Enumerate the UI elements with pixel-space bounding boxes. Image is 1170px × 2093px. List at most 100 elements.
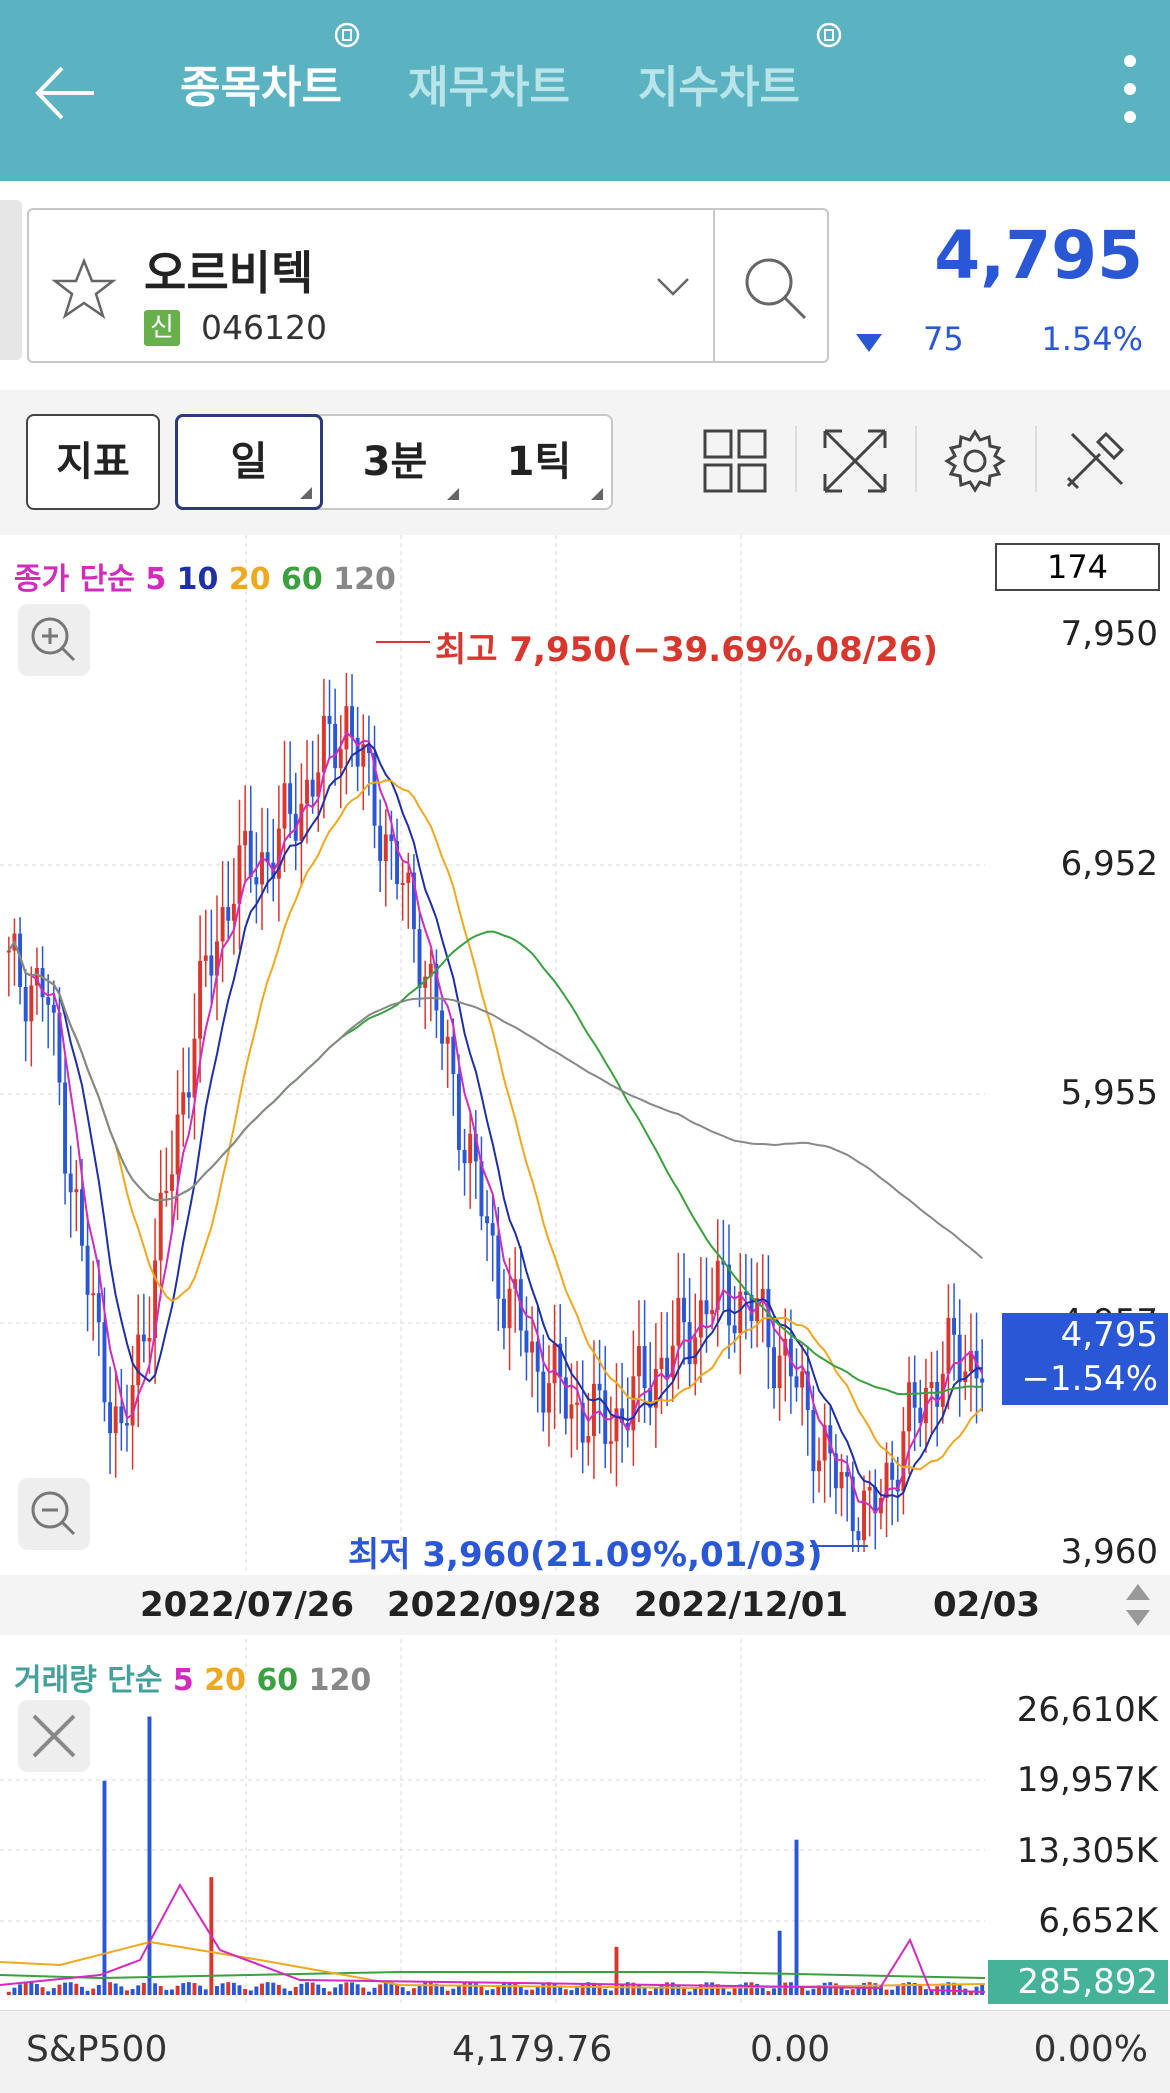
zoom-in-icon[interactable] <box>18 604 90 676</box>
close-icon[interactable] <box>18 1700 90 1772</box>
candle-body <box>772 1347 776 1389</box>
volume-bar <box>170 1989 174 1995</box>
tab-stock-chart[interactable]: 종목차트 <box>180 58 342 118</box>
candle-body <box>856 1531 861 1541</box>
volume-bar <box>406 1991 411 1995</box>
tab-financial-chart[interactable]: 재무차트 <box>408 58 570 118</box>
candle-body <box>400 882 405 885</box>
volume-bar <box>63 1982 68 1995</box>
volume-bar <box>783 1982 788 1995</box>
chevron-down-icon[interactable] <box>655 276 691 298</box>
candle-body <box>952 1317 957 1335</box>
volume-bar <box>361 1987 366 1995</box>
volume-bar <box>479 1986 484 1995</box>
volume-y-label: 13,305K <box>1016 1831 1158 1871</box>
volume-bar <box>350 1982 354 1995</box>
indicator-button[interactable]: 지표 <box>26 414 160 510</box>
period-day[interactable]: 일 <box>175 414 323 510</box>
candle-body <box>845 1471 850 1477</box>
volume-bar <box>794 1839 799 1995</box>
gear-icon[interactable] <box>940 426 1010 496</box>
candle-body <box>6 950 11 953</box>
price-change: 75 <box>923 320 964 358</box>
price-volume-chart[interactable] <box>0 535 1170 2010</box>
candle-body <box>946 1317 951 1374</box>
volume-bar <box>254 1986 259 1995</box>
grid-layout-icon[interactable] <box>700 426 770 496</box>
volume-bar <box>29 1982 34 1995</box>
resize-handle-icon[interactable] <box>1118 1580 1158 1630</box>
candle-body <box>186 1092 191 1098</box>
candle-body <box>203 955 208 961</box>
stock-code: 046120 <box>201 308 327 347</box>
volume-bar <box>186 1982 191 1995</box>
candle-body <box>698 1300 703 1338</box>
volume-bar <box>226 1982 231 1995</box>
more-menu-icon[interactable] <box>1120 55 1140 131</box>
volume-bar <box>682 1987 686 1995</box>
candle-body <box>417 929 422 988</box>
volume-bar <box>293 1986 298 1995</box>
candle-body <box>108 1402 113 1434</box>
volume-bar <box>113 1983 118 1995</box>
candle-body <box>164 1190 169 1193</box>
volume-bar <box>321 1988 326 1995</box>
volume-bar <box>445 1990 450 1995</box>
volume-bar <box>96 1984 101 1995</box>
period-1tick[interactable]: 1틱 <box>467 416 611 508</box>
current-price-tag: 4,795 −1.54% <box>1002 1313 1168 1405</box>
volume-bar <box>57 1984 62 1995</box>
candle-body <box>406 872 411 883</box>
candle-body <box>760 1288 765 1299</box>
volume-bar <box>485 1990 490 1995</box>
volume-bar <box>518 1985 523 1995</box>
candle-body <box>119 1406 124 1424</box>
volume-bar <box>164 1989 169 1995</box>
volume-bar <box>215 1986 219 1995</box>
tab-index-chart[interactable]: 지수차트 <box>638 58 800 118</box>
volume-bar <box>316 1984 321 1995</box>
candle-body <box>980 1378 985 1383</box>
period-3min[interactable]: 3분 <box>323 416 467 508</box>
tools-icon[interactable] <box>1060 426 1130 496</box>
volume-bar <box>248 1990 253 1995</box>
candle-body <box>901 1431 906 1492</box>
candle-body <box>546 1383 551 1413</box>
volume-bar <box>124 1990 129 1995</box>
volume-bar <box>260 1983 264 1995</box>
candle-body <box>209 955 214 976</box>
volume-bar <box>34 1984 39 1995</box>
candle-body <box>198 960 203 1039</box>
candle-body <box>29 985 34 1022</box>
stock-selector[interactable]: 오르비텍 신 046120 <box>27 208 829 363</box>
search-icon[interactable] <box>737 250 813 326</box>
candle-body <box>74 1189 79 1193</box>
candle-body <box>732 1325 737 1334</box>
candle-body <box>490 1223 495 1236</box>
candle-body <box>642 1346 647 1389</box>
candle-body <box>288 783 293 814</box>
volume-bar <box>85 1990 90 1995</box>
back-arrow-icon[interactable] <box>30 58 100 128</box>
index-change-pct: 0.00% <box>1033 2029 1148 2070</box>
volume-bar <box>51 1988 56 1995</box>
volume-bar <box>231 1982 236 1995</box>
expand-icon[interactable] <box>820 426 890 496</box>
volume-bar <box>141 1982 146 1995</box>
side-drawer-handle[interactable] <box>0 200 22 360</box>
candle-body <box>451 1036 456 1075</box>
candle-body <box>282 783 287 829</box>
candle-body <box>113 1406 118 1434</box>
stock-name: 오르비텍 <box>144 246 314 300</box>
candle-body <box>586 1435 591 1443</box>
volume-bar <box>743 1982 748 1995</box>
star-icon[interactable] <box>51 256 117 322</box>
volume-bar <box>490 1989 495 1995</box>
candle-body <box>456 1074 461 1150</box>
candle-body <box>389 834 394 842</box>
candle-body <box>912 1382 917 1408</box>
index-ticker-bar[interactable]: S&P500 4,179.76 0.00 0.00% <box>0 2010 1170 2093</box>
zoom-out-icon[interactable] <box>18 1478 90 1550</box>
volume-bar <box>828 1982 833 1995</box>
volume-bar <box>12 1987 17 1995</box>
